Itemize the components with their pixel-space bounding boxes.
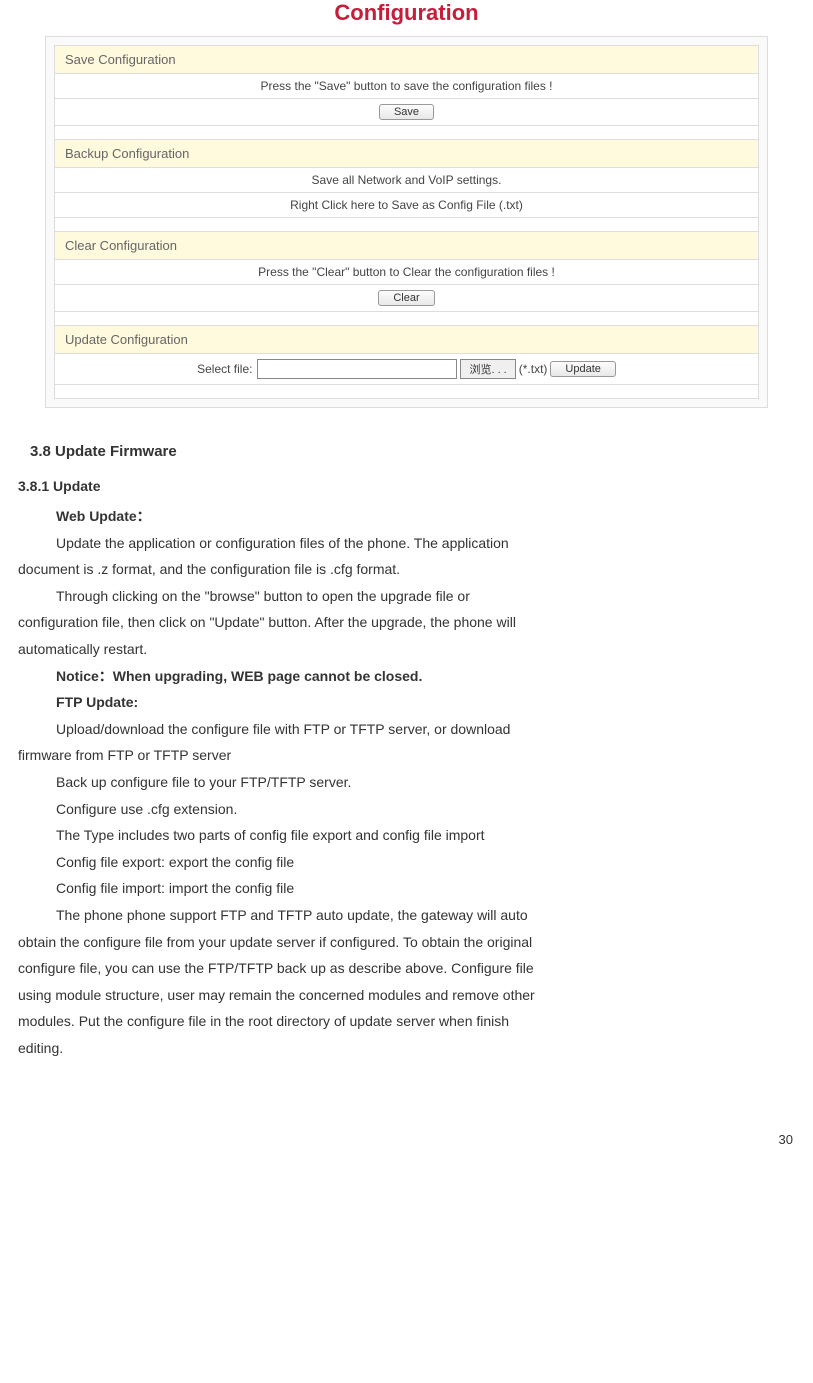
save-button[interactable]: Save xyxy=(379,104,434,120)
clear-button[interactable]: Clear xyxy=(378,290,434,306)
paragraph: Config file import: import the config fi… xyxy=(18,875,795,902)
heading-section: 3.8 Update Firmware xyxy=(30,438,795,467)
clear-config-header: Clear Configuration xyxy=(55,232,759,260)
paragraph: editing. xyxy=(18,1035,795,1062)
web-update-label: Web Update： xyxy=(18,503,795,530)
heading-subsection: 3.8.1 Update xyxy=(18,473,795,500)
spacer xyxy=(55,218,759,232)
paragraph: configure file, you can use the FTP/TFTP… xyxy=(18,955,795,982)
paragraph: Update the application or configuration … xyxy=(18,530,795,557)
save-config-header: Save Configuration xyxy=(55,46,759,74)
notice-text: Notice：When upgrading, WEB page cannot b… xyxy=(18,663,795,690)
clear-config-text: Press the "Clear" button to Clear the co… xyxy=(55,260,759,285)
file-input[interactable] xyxy=(257,359,457,379)
page-number: 30 xyxy=(0,1062,813,1157)
paragraph: modules. Put the configure file in the r… xyxy=(18,1008,795,1035)
backup-config-header: Backup Configuration xyxy=(55,140,759,168)
update-row: Select file: 浏览. . . (*.txt) Update xyxy=(55,354,759,385)
ftp-update-label: FTP Update: xyxy=(18,689,795,716)
paragraph: Back up configure file to your FTP/TFTP … xyxy=(18,769,795,796)
backup-config-link[interactable]: Right Click here to Save as Config File … xyxy=(55,193,759,218)
config-table: Save Configuration Press the "Save" butt… xyxy=(54,45,759,399)
config-panel: Save Configuration Press the "Save" butt… xyxy=(45,36,768,408)
spacer xyxy=(55,385,759,399)
backup-config-text1: Save all Network and VoIP settings. xyxy=(55,168,759,193)
paragraph: obtain the configure file from your upda… xyxy=(18,929,795,956)
paragraph: Configure use .cfg extension. xyxy=(18,796,795,823)
file-ext-text: (*.txt) xyxy=(519,362,548,376)
save-config-text: Press the "Save" button to save the conf… xyxy=(55,74,759,99)
paragraph: document is .z format, and the configura… xyxy=(18,556,795,583)
paragraph: using module structure, user may remain … xyxy=(18,982,795,1009)
paragraph: automatically restart. xyxy=(18,636,795,663)
paragraph: Through clicking on the "browse" button … xyxy=(18,583,795,610)
select-file-label: Select file: xyxy=(197,362,252,376)
clear-button-cell: Clear xyxy=(55,285,759,312)
paragraph: firmware from FTP or TFTP server xyxy=(18,742,795,769)
save-button-cell: Save xyxy=(55,99,759,126)
update-button[interactable]: Update xyxy=(550,361,615,377)
spacer xyxy=(55,126,759,140)
paragraph: Upload/download the configure file with … xyxy=(18,716,795,743)
browse-button[interactable]: 浏览. . . xyxy=(460,359,515,379)
document-body: 3.8 Update Firmware 3.8.1 Update Web Upd… xyxy=(0,438,813,1062)
spacer xyxy=(55,312,759,326)
paragraph: The Type includes two parts of config fi… xyxy=(18,822,795,849)
page-title: Configuration xyxy=(0,0,813,26)
paragraph: configuration file, then click on "Updat… xyxy=(18,609,795,636)
paragraph: Config file export: export the config fi… xyxy=(18,849,795,876)
paragraph: The phone phone support FTP and TFTP aut… xyxy=(18,902,795,929)
update-config-header: Update Configuration xyxy=(55,326,759,354)
